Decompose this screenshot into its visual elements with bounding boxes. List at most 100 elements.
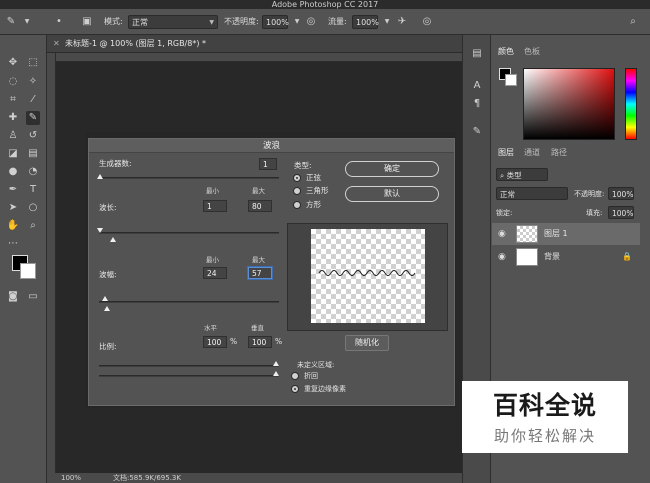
history-panel-icon[interactable]: ▤: [470, 47, 484, 61]
repeat-edge-pixels-radio[interactable]: [291, 385, 299, 393]
background-color-swatch[interactable]: [20, 263, 36, 279]
randomize-button[interactable]: 随机化: [345, 335, 389, 351]
more-tools-icon[interactable]: ⋯: [6, 237, 20, 251]
color-picker-field[interactable]: [523, 68, 615, 140]
zoom-tool-icon[interactable]: ⌕: [26, 219, 40, 233]
vertical-label: 垂直: [251, 324, 264, 332]
eyedropper-icon[interactable]: ⁄: [26, 93, 40, 107]
type-sine-radio[interactable]: [293, 174, 301, 182]
eye-icon[interactable]: ◉: [498, 223, 506, 245]
fill-label: 填充:: [586, 209, 603, 217]
blur-tool-icon[interactable]: ●: [6, 165, 20, 179]
quick-select-icon[interactable]: ✧: [26, 75, 40, 89]
brush-preset-icon[interactable]: ✎: [4, 15, 18, 29]
move-tool-icon[interactable]: ✥: [6, 56, 20, 70]
type-triangle-radio[interactable]: [293, 187, 301, 195]
wavelength-max-label: 最大: [252, 187, 265, 195]
type-square-label: 方形: [306, 200, 321, 209]
opacity-input[interactable]: 100%: [262, 15, 289, 29]
lasso-tool-icon[interactable]: ◌: [6, 75, 20, 89]
marquee-tool-icon[interactable]: ⬚: [26, 56, 40, 70]
scale-v-input[interactable]: 100: [248, 336, 272, 348]
amplitude-min-input[interactable]: 24: [203, 267, 227, 279]
generators-slider-thumb[interactable]: [97, 174, 103, 179]
tab-channels[interactable]: 通道: [524, 147, 540, 159]
flow-input[interactable]: 100%: [352, 15, 379, 29]
crop-tool-icon[interactable]: ⌗: [6, 93, 20, 107]
generators-slider-track[interactable]: [99, 177, 279, 179]
blend-mode-select[interactable]: 正常: [496, 187, 568, 200]
generators-label: 生成器数:: [99, 159, 132, 168]
clone-stamp-icon[interactable]: ♙: [6, 129, 20, 143]
search-icon: ⌕: [500, 171, 507, 180]
amplitude-max-thumb[interactable]: [104, 306, 110, 311]
type-tool-icon[interactable]: T: [26, 183, 40, 197]
path-select-icon[interactable]: ➤: [6, 201, 20, 215]
history-brush-icon[interactable]: ↺: [26, 129, 40, 143]
close-icon[interactable]: ✕: [53, 35, 60, 53]
watermark-title: 百科全说: [492, 391, 597, 420]
ok-button[interactable]: 确定: [345, 161, 439, 177]
gradient-icon[interactable]: ▤: [26, 147, 40, 161]
eye-icon[interactable]: ◉: [498, 246, 506, 268]
scale-h-slider-track[interactable]: [99, 365, 279, 367]
brush-tool-icon[interactable]: ✎: [26, 111, 40, 125]
amplitude-max-input[interactable]: 57: [248, 267, 272, 279]
layer-filter-select[interactable]: ⌕ 类型: [496, 168, 548, 181]
amplitude-min-thumb[interactable]: [102, 296, 108, 301]
document-tab[interactable]: ✕ 未标题-1 @ 100% (图层 1, RGB/8*) *: [47, 35, 462, 53]
scale-v-slider-track[interactable]: [99, 375, 279, 377]
airbrush-icon[interactable]: ✈: [395, 15, 409, 29]
pressure-size-icon[interactable]: ◎: [420, 15, 434, 29]
default-button[interactable]: 默认: [345, 186, 439, 202]
generators-input[interactable]: 1: [259, 158, 277, 170]
type-square-radio[interactable]: [293, 201, 301, 209]
chevron-down-icon[interactable]: ▼: [380, 15, 394, 29]
mode-select[interactable]: 正常 ▼: [128, 15, 218, 29]
screen-mode-icon[interactable]: ▭: [26, 290, 40, 304]
shape-tool-icon[interactable]: ○: [26, 201, 40, 215]
brush-panel-icon[interactable]: ▣: [80, 15, 94, 29]
chevron-down-icon[interactable]: ▼: [20, 15, 34, 29]
type-label: 类型:: [294, 161, 312, 170]
wavelength-label: 波长:: [99, 203, 117, 212]
hand-tool-icon[interactable]: ✋: [6, 219, 20, 233]
paragraph-panel-icon[interactable]: ¶: [470, 97, 484, 111]
tab-color[interactable]: 颜色: [498, 46, 514, 58]
wavelength-max-thumb[interactable]: [110, 237, 116, 242]
pressure-opacity-icon[interactable]: ◎: [304, 15, 318, 29]
wavelength-max-input[interactable]: 80: [248, 200, 272, 212]
wavelength-min-input[interactable]: 1: [203, 200, 227, 212]
wrap-around-radio[interactable]: [291, 372, 299, 380]
quick-mask-icon[interactable]: ◙: [6, 290, 20, 304]
mode-label: 模式:: [104, 17, 123, 26]
amplitude-label: 波幅:: [99, 270, 117, 279]
wavelength-slider-track[interactable]: [99, 232, 279, 234]
dodge-tool-icon[interactable]: ◔: [26, 165, 40, 179]
healing-brush-icon[interactable]: ✚: [6, 111, 20, 125]
brush-size-icon[interactable]: •: [52, 15, 66, 29]
amplitude-slider-track[interactable]: [99, 301, 279, 303]
panel-background-swatch[interactable]: [505, 74, 517, 86]
tab-swatches[interactable]: 色板: [524, 46, 540, 58]
zoom-level[interactable]: 100%: [61, 473, 81, 483]
layer-row[interactable]: ◉ 图层 1: [492, 223, 640, 245]
pen-tool-icon[interactable]: ✒: [6, 183, 20, 197]
fill-input[interactable]: 100%: [608, 206, 634, 219]
eraser-icon[interactable]: ◪: [6, 147, 20, 161]
search-icon[interactable]: ⌕: [626, 15, 640, 29]
brush-settings-icon[interactable]: ✎: [470, 125, 484, 139]
scale-h-thumb[interactable]: [273, 361, 279, 366]
tab-layers[interactable]: 图层: [498, 147, 514, 159]
wavelength-min-thumb[interactable]: [97, 228, 103, 233]
layer-opacity-input[interactable]: 100%: [608, 187, 634, 200]
vertical-ruler[interactable]: [47, 53, 56, 473]
horizontal-ruler[interactable]: [56, 53, 462, 62]
layer-row[interactable]: ◉ 背景 🔒: [492, 246, 640, 268]
chevron-down-icon[interactable]: ▼: [290, 15, 304, 29]
tab-paths[interactable]: 路径: [551, 147, 567, 159]
hue-slider[interactable]: [625, 68, 637, 140]
scale-h-input[interactable]: 100: [203, 336, 227, 348]
scale-v-thumb[interactable]: [273, 371, 279, 376]
character-panel-icon[interactable]: A: [470, 79, 484, 93]
